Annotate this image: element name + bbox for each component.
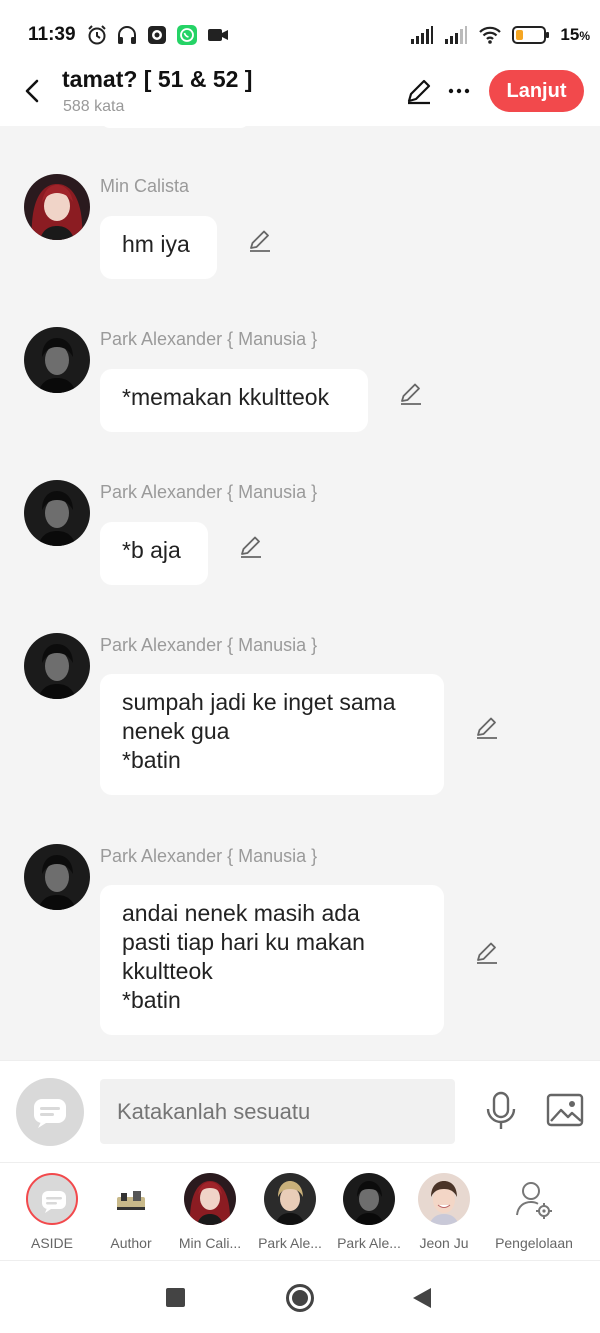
sender-name: Park Alexander { Manusia }	[100, 846, 318, 866]
avatar	[184, 1173, 236, 1225]
character-park-alexander-1[interactable]: Park Ale...	[251, 1173, 329, 1251]
character-name: Park Ale...	[337, 1235, 401, 1251]
character-author[interactable]: Author	[92, 1173, 170, 1251]
status-icons-right: 15%	[410, 24, 590, 46]
avatar	[264, 1173, 316, 1225]
back-arrow-icon[interactable]	[18, 76, 48, 106]
home-button[interactable]	[286, 1284, 314, 1312]
video-camera-icon	[208, 29, 228, 41]
message-input[interactable]	[100, 1079, 455, 1144]
system-nav-bar	[0, 1260, 600, 1333]
character-name: Author	[110, 1235, 152, 1251]
avatar-park-alexander	[24, 844, 90, 910]
avatar-park-alexander	[343, 1173, 395, 1225]
signal-icon	[411, 26, 434, 44]
edit-pen-icon[interactable]	[404, 76, 434, 106]
sender-name: Park Alexander { Manusia }	[100, 482, 318, 502]
message-bubble[interactable]: andai nenek masih ada pasti tiap hari ku…	[100, 885, 444, 1035]
character-name: Min Cali...	[178, 1235, 242, 1251]
recent-apps-button[interactable]	[166, 1288, 185, 1307]
character-selector: ASIDE Author Min Cali... Park Ale... Par…	[0, 1162, 600, 1260]
image-icon[interactable]	[546, 1092, 584, 1128]
avatar-park-alexander	[24, 480, 90, 546]
character-name: Pengelolaan	[495, 1235, 573, 1251]
chat-area[interactable]: Min Calista hm iya Park Alexander { Manu…	[0, 126, 600, 1060]
edit-message-icon[interactable]	[474, 940, 500, 966]
edit-message-icon[interactable]	[474, 715, 500, 741]
more-options-icon[interactable]	[446, 76, 472, 106]
avatar[interactable]	[24, 327, 90, 393]
character-management[interactable]: Pengelolaan	[494, 1173, 574, 1251]
message-bubble[interactable]: sumpah jadi ke inget sama nenek gua *bat…	[100, 674, 444, 795]
sender-name: Min Calista	[100, 176, 190, 196]
avatar[interactable]	[24, 174, 90, 240]
character-aside[interactable]: ASIDE	[13, 1173, 91, 1251]
avatar[interactable]	[24, 633, 90, 699]
edit-message-icon[interactable]	[247, 228, 273, 254]
continue-button[interactable]: Lanjut	[489, 70, 584, 112]
whatsapp-icon	[177, 25, 197, 45]
message-bubble[interactable]: *memakan kkultteok	[100, 369, 368, 432]
author-avatar-image	[105, 1173, 157, 1225]
aside-toggle-button[interactable]	[16, 1078, 84, 1146]
avatar	[105, 1173, 157, 1225]
previous-bubble-edge	[100, 126, 250, 128]
microphone-icon[interactable]	[484, 1091, 518, 1131]
status-time: 11:39	[28, 24, 76, 45]
edit-message-icon[interactable]	[238, 534, 264, 560]
character-name: ASIDE	[30, 1235, 73, 1251]
avatar-park-alexander	[24, 327, 90, 393]
avatar	[418, 1173, 470, 1225]
avatar-jeon-ju	[418, 1173, 470, 1225]
story-header: tamat? [ 51 & 52 ] 588 kata Lanjut	[0, 62, 600, 126]
composer-bar	[0, 1060, 600, 1162]
chat-bubble-icon	[42, 1191, 66, 1213]
record-icon	[148, 26, 166, 44]
avatar	[26, 1173, 78, 1225]
avatar-park-alexander	[24, 633, 90, 699]
avatar	[343, 1173, 395, 1225]
back-button[interactable]	[413, 1288, 431, 1308]
story-title: tamat? [ 51 & 52 ]	[62, 66, 253, 92]
edit-message-icon[interactable]	[398, 381, 424, 407]
chat-bubble-icon	[34, 1099, 66, 1128]
alarm-icon	[88, 25, 106, 45]
character-park-alexander-2[interactable]: Park Ale...	[330, 1173, 408, 1251]
character-min-calista[interactable]: Min Cali...	[171, 1173, 249, 1251]
wifi-icon	[479, 26, 502, 44]
user-settings-icon	[508, 1173, 560, 1225]
signal-icon	[445, 26, 468, 44]
battery-percent: 15%	[560, 25, 590, 44]
avatar-park-alexander	[264, 1173, 316, 1225]
avatar[interactable]	[24, 844, 90, 910]
character-name: Jeon Ju	[419, 1235, 469, 1251]
sender-name: Park Alexander { Manusia }	[100, 635, 318, 655]
message-bubble[interactable]: *b aja	[100, 522, 208, 585]
character-jeon-ju[interactable]: Jeon Ju	[405, 1173, 483, 1251]
battery-icon	[512, 26, 550, 44]
word-count: 588 kata	[63, 98, 125, 115]
status-bar: 11:39 15%	[0, 0, 600, 62]
headphones-icon	[118, 26, 136, 44]
status-icons-left	[86, 24, 230, 46]
avatar[interactable]	[24, 480, 90, 546]
avatar-min-calista	[184, 1173, 236, 1225]
character-name: Park Ale...	[258, 1235, 322, 1251]
sender-name: Park Alexander { Manusia }	[100, 329, 318, 349]
avatar-min-calista	[24, 174, 90, 240]
message-bubble[interactable]: hm iya	[100, 216, 217, 279]
